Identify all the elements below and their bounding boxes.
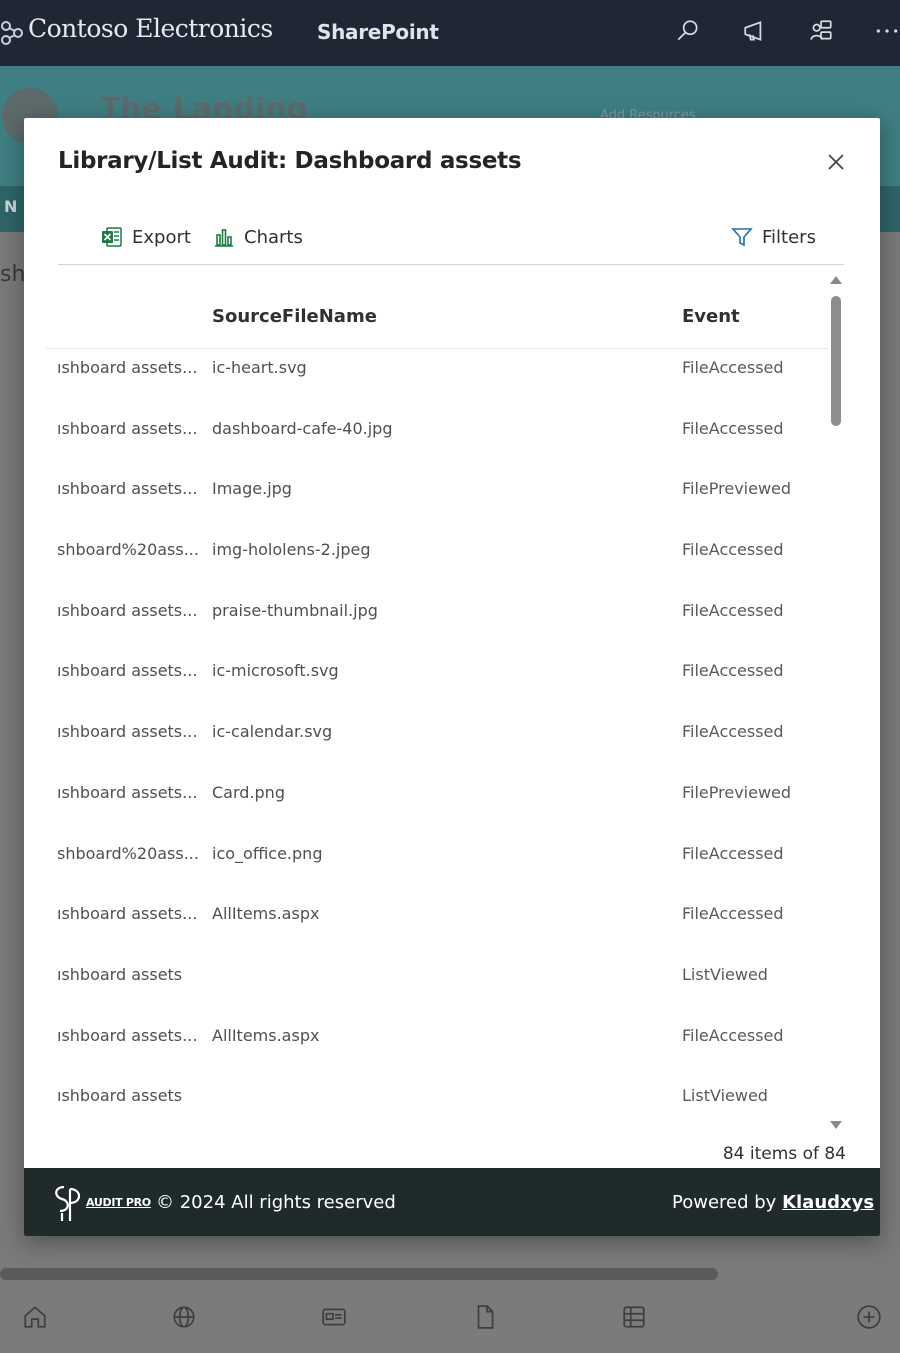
excel-icon [102,227,122,247]
page-horizontal-scrollbar[interactable] [0,1268,718,1280]
row-event: FileAccessed [682,358,784,377]
bar-chart-icon [215,229,233,247]
row-file: AllItems.aspx [212,1025,320,1045]
scroll-up-arrow-icon[interactable] [830,276,842,284]
row-event: FileAccessed [682,661,784,681]
table-row[interactable]: ıshboard assets... AllItems.aspx FileAcc… [46,1006,828,1067]
more-icon[interactable] [874,18,900,48]
row-path: shboard%20ass... [57,843,199,863]
row-event: FileAccessed [682,843,784,863]
bottom-nav-bar [0,1282,900,1353]
row-event: ListViewed [682,964,768,984]
row-path: ıshboard assets... [57,600,198,620]
list-icon[interactable] [621,1304,649,1332]
filter-icon [731,228,753,247]
toolbar-divider [58,264,844,265]
row-file: AllItems.aspx [212,904,320,924]
home-icon[interactable] [22,1304,50,1332]
suite-bar: Contoso Electronics SharePoint [0,0,900,66]
copyright-text: © 2024 All rights reserved [156,1192,396,1213]
table-row[interactable]: ıshboard assets... dashboard-cafe-40.jpg… [46,399,828,460]
row-file: Image.jpg [212,479,292,499]
row-event: FileAccessed [682,722,784,742]
dialog-toolbar: Export Charts Filters [56,222,854,258]
contoso-logo-icon [1,21,23,45]
row-path: ıshboard assets [57,964,183,984]
scrollbar-thumb[interactable] [831,296,841,426]
brand-name[interactable]: Contoso Electronics [28,14,273,43]
row-event: FilePreviewed [682,479,792,499]
row-file: Card.png [212,782,285,802]
filters-button[interactable]: Filters [730,222,816,252]
table-row[interactable]: ıshboard assets... ic-calendar.svg FileA… [46,702,828,763]
page-side-hint: sh [0,262,26,287]
app-name[interactable]: SharePoint [317,20,439,44]
dialog-title: Library/List Audit: Dashboard assets [58,148,522,174]
filters-label: Filters [762,226,816,248]
audit-dialog: Library/List Audit: Dashboard assets Exp… [24,118,880,1236]
row-path: shboard%20ass... [57,540,199,560]
row-event: FileAccessed [682,1025,784,1045]
row-file: ic-microsoft.svg [212,661,339,681]
powered-by-prefix: Powered by [672,1192,783,1213]
row-path: ıshboard assets... [57,1025,198,1045]
close-icon [828,154,844,170]
search-icon[interactable] [675,18,705,48]
row-file: ic-heart.svg [212,358,307,377]
audit-pro-logo-text: AUDIT PRO [86,1196,151,1209]
news-icon[interactable] [321,1304,349,1332]
file-icon[interactable] [472,1304,500,1332]
charts-button[interactable]: Charts [212,222,303,252]
table-row[interactable]: ıshboard assets... AllItems.aspx FileAcc… [46,884,828,945]
add-icon[interactable] [856,1304,884,1332]
row-event: ListViewed [682,1086,768,1106]
scroll-down-arrow-icon[interactable] [830,1121,842,1129]
row-file: ic-calendar.svg [212,722,333,742]
item-count: 84 items of 84 [722,1144,846,1164]
row-event: FileAccessed [682,418,784,438]
table-row[interactable]: shboard%20ass... img-hololens-2.jpeg Fil… [46,520,828,581]
row-path: ıshboard assets... [57,661,198,681]
row-path: ıshboard assets... [57,358,198,377]
table-row[interactable]: ıshboard assets... Card.png FilePreviewe… [46,763,828,824]
row-event: FileAccessed [682,600,784,620]
megaphone-icon[interactable] [742,18,772,48]
table-row[interactable]: shboard%20ass... ico_office.png FileAcce… [46,824,828,885]
table-row[interactable]: ıshboard assets... Image.jpg FilePreview… [46,459,828,520]
audit-grid: ıshboard assets... ic-heart.svg FileAcce… [46,338,828,1116]
share-icon[interactable] [808,18,838,48]
row-event: FileAccessed [682,904,784,924]
row-path: ıshboard assets [57,1086,183,1106]
table-row[interactable]: ıshboard assets ListViewed [46,945,828,1006]
row-event: FilePreviewed [682,782,792,802]
row-path: ıshboard assets... [57,904,198,924]
table-row[interactable]: ıshboard assets... ic-heart.svg FileAcce… [46,338,828,399]
row-path: ıshboard assets... [57,722,198,742]
row-path: ıshboard assets... [57,479,198,499]
table-row[interactable]: ıshboard assets... ic-microsoft.svg File… [46,641,828,702]
column-header-event[interactable]: Event [682,306,740,327]
close-button[interactable] [824,150,850,176]
klaudxys-link[interactable]: Klaudxys [782,1192,874,1213]
row-file: praise-thumbnail.jpg [212,600,378,620]
powered-by-text: Powered by Klaudxys [672,1192,874,1213]
table-row[interactable]: ıshboard assets... praise-thumbnail.jpg … [46,581,828,642]
row-event: FileAccessed [682,540,784,560]
table-row[interactable]: ıshboard assets ListViewed [46,1066,828,1116]
hub-nav-hint: N [4,197,18,216]
row-path: ıshboard assets... [57,418,198,438]
dialog-footer: AUDIT PRO © 2024 All rights reserved Pow… [24,1168,880,1236]
charts-label: Charts [244,226,303,248]
row-file: ico_office.png [212,843,323,863]
globe-icon[interactable] [171,1304,199,1332]
row-file: dashboard-cafe-40.jpg [212,418,393,438]
export-label: Export [132,226,191,248]
export-button[interactable]: Export [100,222,191,252]
column-header-sourcefilename[interactable]: SourceFileName [212,306,377,327]
row-file: img-hololens-2.jpeg [212,540,371,560]
row-path: ıshboard assets... [57,782,198,802]
